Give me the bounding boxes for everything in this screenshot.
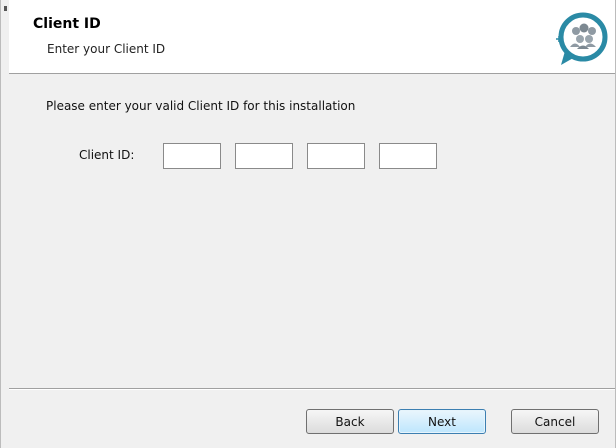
instruction-text: Please enter your valid Client ID for th… [46,99,356,113]
cancel-button[interactable]: Cancel [511,409,599,434]
client-id-field-4[interactable] [379,143,437,169]
page-subtitle: Enter your Client ID [47,42,166,56]
client-id-field-1[interactable] [163,143,221,169]
window-corner-mark [4,6,7,11]
people-chat-bubble-icon [556,12,608,65]
client-id-label: Client ID: [79,148,135,162]
footer-divider [9,388,615,390]
wizard-header: Client ID Enter your Client ID [9,0,615,74]
back-button[interactable]: Back [306,409,394,434]
page-title: Client ID [33,16,101,32]
client-id-field-2[interactable] [235,143,293,169]
client-id-field-3[interactable] [307,143,365,169]
installer-window: Client ID Enter your Client ID Please en… [0,0,616,448]
next-button[interactable]: Next [398,409,486,434]
